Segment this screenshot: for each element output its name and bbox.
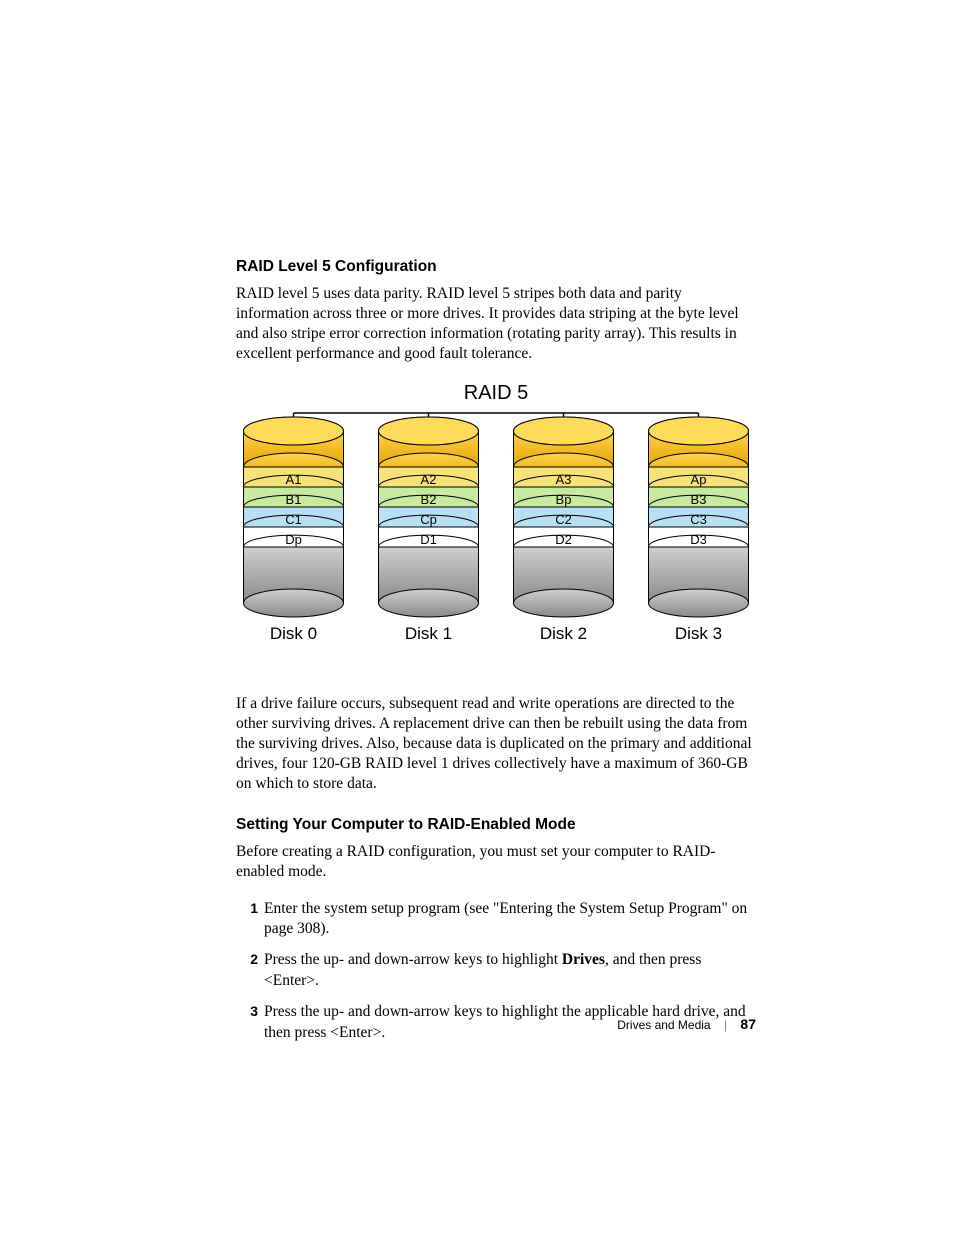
step-2-number: 2 [236, 950, 258, 969]
diagram-title: RAID 5 [464, 385, 528, 404]
disk-label-1: Disk 1 [405, 624, 452, 643]
stripe-label-2-3: D2 [555, 532, 572, 547]
disk-0: A1 B1 C1 Dp Disk 0 [244, 417, 344, 643]
stripe-label-1-1: B2 [421, 492, 437, 507]
raid5-diagram: RAID 5 A1 B1 C1 Dp Disk 0 A2 B2 Cp D1 Disk 1 A3 Bp C2… [241, 385, 751, 670]
stripe-label-3-2: C3 [690, 512, 707, 527]
stripe-label-3-1: B3 [691, 492, 707, 507]
step-1: 1 Enter the system setup program (see "E… [236, 899, 756, 941]
disk-top-3 [649, 417, 749, 445]
heading-raid5-config: RAID Level 5 Configuration [236, 258, 756, 276]
stripe-label-3-3: D3 [690, 532, 707, 547]
heading-raid-enabled-mode: Setting Your Computer to RAID-Enabled Mo… [236, 816, 756, 834]
disk-label-3: Disk 3 [675, 624, 722, 643]
disk-label-0: Disk 0 [270, 624, 317, 643]
disk-top-0 [244, 417, 344, 445]
stripe-label-2-0: A3 [556, 472, 572, 487]
disk-3: Ap B3 C3 D3 Disk 3 [649, 417, 749, 643]
disk-2: A3 Bp C2 D2 Disk 2 [514, 417, 614, 643]
stripe-label-2-2: C2 [555, 512, 572, 527]
stripe-label-1-2: Cp [420, 512, 437, 527]
stripe-label-3-0: Ap [691, 472, 707, 487]
disk-top-1 [379, 417, 479, 445]
footer-section: Drives and Media [617, 1018, 710, 1032]
stripe-label-1-0: A2 [421, 472, 437, 487]
para-raid-enabled-intro: Before creating a RAID configuration, yo… [236, 842, 756, 882]
disk-1: A2 B2 Cp D1 Disk 1 [379, 417, 479, 643]
footer-page-number: 87 [740, 1016, 756, 1032]
stripe-label-1-3: D1 [420, 532, 437, 547]
raid5-svg: RAID 5 A1 B1 C1 Dp Disk 0 A2 B2 Cp D1 Disk 1 A3 Bp C2… [241, 385, 751, 665]
stripe-label-2-1: Bp [556, 492, 572, 507]
step-1-text: Enter the system setup program (see "Ent… [264, 900, 747, 938]
page-content: RAID Level 5 Configuration RAID level 5 … [236, 258, 756, 1054]
stripe-label-0-2: C1 [285, 512, 302, 527]
step-2-text-a: Press the up- and down-arrow keys to hig… [264, 951, 562, 968]
disk-label-2: Disk 2 [540, 624, 587, 643]
stripe-label-0-3: Dp [285, 532, 302, 547]
step-1-number: 1 [236, 899, 258, 918]
para-raid5-failure: If a drive failure occurs, subsequent re… [236, 694, 756, 795]
stripe-label-0-1: B1 [286, 492, 302, 507]
disk-top-2 [514, 417, 614, 445]
step-2-drives-bold: Drives [562, 951, 605, 968]
footer-separator: | [724, 1018, 727, 1032]
stripe-label-0-0: A1 [286, 472, 302, 487]
para-raid5-desc: RAID level 5 uses data parity. RAID leve… [236, 284, 756, 365]
step-2: 2 Press the up- and down-arrow keys to h… [236, 950, 756, 992]
page-footer: Drives and Media | 87 [236, 1016, 756, 1032]
